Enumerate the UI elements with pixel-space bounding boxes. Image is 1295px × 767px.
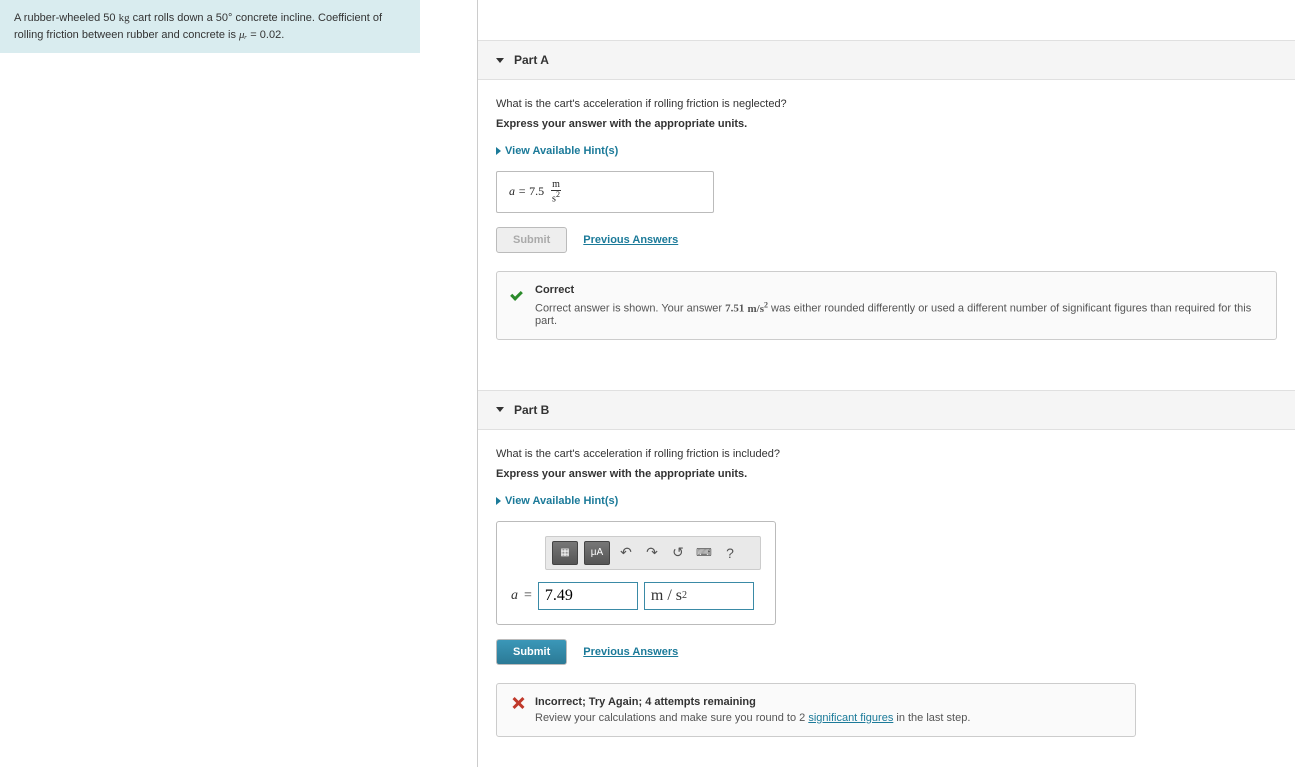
fb-user-value: 7.51	[725, 303, 744, 315]
undo-icon[interactable]: ↶	[616, 543, 636, 563]
cross-icon	[511, 696, 525, 710]
reset-icon[interactable]: ↺	[668, 543, 688, 563]
part-b-question: What is the cart's acceleration if rolli…	[496, 448, 1277, 460]
part-b-previous-answers-link[interactable]: Previous Answers	[583, 646, 678, 658]
part-b-value-input[interactable]	[538, 582, 638, 610]
part-a-feedback: Correct Correct answer is shown. Your an…	[496, 271, 1277, 340]
mass-unit: kg	[119, 12, 130, 24]
hints-label: View Available Hint(s)	[505, 145, 618, 157]
templates-button[interactable]: ▦	[552, 541, 578, 565]
fb-text-after: in the last step.	[893, 712, 970, 724]
eq-sign: =	[515, 184, 529, 198]
feedback-incorrect-text: Review your calculations and make sure y…	[535, 712, 1121, 724]
unit-exponent: 2	[556, 190, 560, 199]
caret-down-icon	[496, 58, 504, 63]
feedback-correct-title: Correct	[535, 284, 1262, 296]
caret-down-icon	[496, 407, 504, 412]
part-a-submit-button: Submit	[496, 227, 567, 253]
part-a-answer-display: a = 7.5 m s2	[496, 171, 714, 213]
unit-fraction: m s2	[551, 180, 561, 204]
fb-text-before: Correct answer is shown. Your answer	[535, 303, 725, 315]
caret-right-icon	[496, 497, 501, 505]
problem-text: A rubber-wheeled 50	[14, 12, 119, 24]
eq-sign: =	[524, 588, 532, 604]
mu-symbol: μᵣ	[239, 29, 247, 41]
part-b-input-panel: ▦ μA ↶ ↷ ↺ ⌨ ? a = m / s2	[496, 521, 776, 625]
sig-figs-link[interactable]: significant figures	[808, 712, 893, 724]
fb-text-before: Review your calculations and make sure y…	[535, 712, 808, 724]
help-icon[interactable]: ?	[720, 543, 740, 563]
redo-icon[interactable]: ↷	[642, 543, 662, 563]
unit-text: m / s	[651, 587, 682, 605]
var-label: a	[511, 588, 518, 604]
part-a-header[interactable]: Part A	[478, 40, 1295, 80]
problem-statement: A rubber-wheeled 50 kg cart rolls down a…	[0, 0, 420, 53]
feedback-incorrect-title: Incorrect; Try Again; 4 attempts remaini…	[535, 696, 1121, 708]
mu-button[interactable]: μA	[584, 541, 610, 565]
unit-exp: 2	[682, 590, 687, 601]
hints-label: View Available Hint(s)	[505, 495, 618, 507]
part-a-hints-toggle[interactable]: View Available Hint(s)	[496, 145, 618, 157]
part-a-question: What is the cart's acceleration if rolli…	[496, 98, 1277, 110]
part-a-instruction: Express your answer with the appropriate…	[496, 118, 1277, 130]
caret-right-icon	[496, 147, 501, 155]
feedback-correct-text: Correct answer is shown. Your answer 7.5…	[535, 300, 1262, 327]
part-a-value: 7.5	[529, 184, 544, 198]
part-a-title: Part A	[514, 53, 549, 67]
fb-unit: m/s	[747, 303, 764, 315]
part-b-title: Part B	[514, 403, 549, 417]
part-b-instruction: Express your answer with the appropriate…	[496, 468, 1277, 480]
keyboard-icon[interactable]: ⌨	[694, 543, 714, 563]
mu-value: = 0.02.	[247, 29, 284, 41]
check-icon	[511, 284, 525, 298]
equation-toolbar: ▦ μA ↶ ↷ ↺ ⌨ ?	[545, 536, 761, 570]
part-a-previous-answers-link[interactable]: Previous Answers	[583, 234, 678, 246]
part-b-unit-input[interactable]: m / s2	[644, 582, 754, 610]
part-b-hints-toggle[interactable]: View Available Hint(s)	[496, 495, 618, 507]
part-b-header[interactable]: Part B	[478, 390, 1295, 430]
part-b-feedback: Incorrect; Try Again; 4 attempts remaini…	[496, 683, 1136, 737]
part-b-submit-button[interactable]: Submit	[496, 639, 567, 665]
